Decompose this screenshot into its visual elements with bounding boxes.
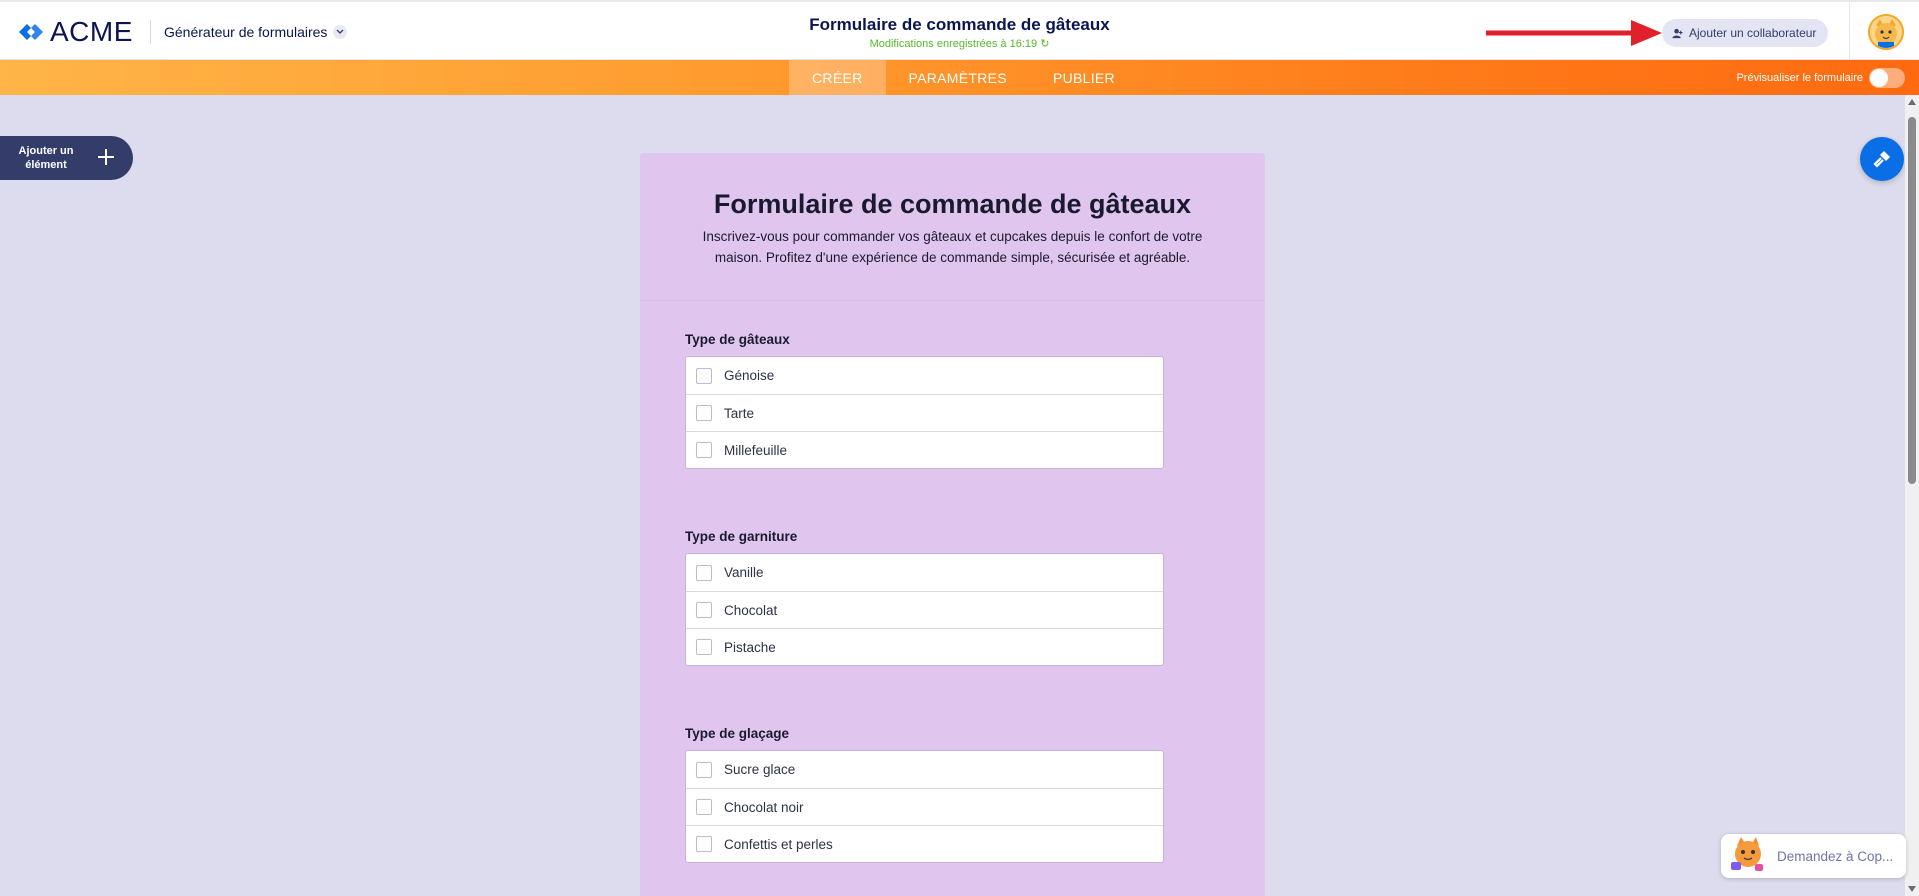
acme-logo-mark-icon <box>19 24 43 40</box>
checkbox-option[interactable]: Millefeuille <box>686 431 1163 468</box>
preview-form-control: Prévisualiser le formulaire <box>1736 60 1905 95</box>
option-label: Confettis et perles <box>724 836 833 852</box>
copilot-cat-icon <box>1731 837 1763 871</box>
question-filling-type[interactable]: Type de garniture Vanille Chocolat Pista… <box>685 529 1164 666</box>
header-divider-right <box>1849 2 1850 62</box>
question-icing-type[interactable]: Type de glaçage Sucre glace Chocolat noi… <box>685 726 1164 863</box>
question-label: Type de garniture <box>685 529 798 544</box>
checkbox-option[interactable]: Sucre glace <box>686 751 1163 788</box>
preview-label: Prévisualiser le formulaire <box>1736 71 1863 84</box>
checkbox[interactable] <box>696 367 712 384</box>
checkbox-option[interactable]: Vanille <box>686 554 1163 591</box>
acme-logo[interactable]: ACME <box>16 16 133 48</box>
chevron-down-icon <box>333 25 348 39</box>
checkbox[interactable] <box>696 602 712 618</box>
option-label: Sucre glace <box>724 762 796 777</box>
form-description: Inscrivez-vous pour commander vos gâteau… <box>702 229 1203 265</box>
option-label: Génoise <box>724 368 775 383</box>
copilot-chat-button[interactable]: Demandez à Cop... <box>1721 834 1906 878</box>
plus-icon <box>98 149 114 165</box>
checkbox[interactable] <box>696 564 712 581</box>
tab-publish[interactable]: PUBLIER <box>1030 60 1138 95</box>
tab-create[interactable]: CRÉER <box>789 60 886 95</box>
option-label: Millefeuille <box>724 442 788 458</box>
checkbox-group: Sucre glace Chocolat noir Confettis et p… <box>685 750 1164 863</box>
checkbox-option[interactable]: Tarte <box>686 394 1163 431</box>
toggle-knob <box>1870 68 1888 87</box>
form-header[interactable]: Formulaire de commande de gâteaux Inscri… <box>640 153 1265 301</box>
add-element-button[interactable]: Ajouter un élément <box>0 136 133 180</box>
form-canvas: Formulaire de commande de gâteaux Inscri… <box>640 153 1265 896</box>
option-label: Chocolat noir <box>724 799 804 815</box>
app-switcher[interactable]: Générateur de formulaires <box>164 24 348 40</box>
paint-roller-icon <box>1873 151 1890 168</box>
checkbox-option[interactable]: Confettis et perles <box>686 825 1163 862</box>
refresh-icon: ↻ <box>1040 38 1050 50</box>
builder-tabs: CRÉER PARAMÈTRES PUBLIER <box>789 60 1138 95</box>
cat-avatar-icon <box>1870 16 1902 48</box>
copilot-label: Demandez à Cop... <box>1777 848 1894 864</box>
checkbox[interactable] <box>696 799 712 815</box>
add-collaborator-label: Ajouter un collaborateur <box>1689 26 1817 40</box>
checkbox[interactable] <box>696 442 712 458</box>
page-scrollbar[interactable] <box>1905 95 1919 896</box>
checkbox-option[interactable]: Génoise <box>686 357 1163 394</box>
add-element-label: Ajouter un élément <box>18 145 74 171</box>
option-label: Vanille <box>724 565 764 580</box>
checkbox-option[interactable]: Chocolat <box>686 591 1163 628</box>
question-label: Type de gâteaux <box>685 332 790 347</box>
top-header: ACME Générateur de formulaires Formulair… <box>0 0 1919 62</box>
checkbox[interactable] <box>696 639 712 655</box>
scroll-thumb[interactable] <box>1908 117 1916 484</box>
scroll-up-arrow-icon[interactable] <box>1908 99 1916 105</box>
user-avatar[interactable] <box>1868 14 1904 50</box>
checkbox-option[interactable]: Chocolat noir <box>686 788 1163 825</box>
tab-settings[interactable]: PARAMÈTRES <box>886 60 1030 95</box>
checkbox[interactable] <box>696 836 712 852</box>
checkbox[interactable] <box>696 761 712 778</box>
builder-navbar: CRÉER PARAMÈTRES PUBLIER Prévisualiser l… <box>0 60 1919 95</box>
option-label: Chocolat <box>724 602 778 618</box>
question-cake-type[interactable]: Type de gâteaux Génoise Tarte Millefeuil… <box>685 332 1164 469</box>
header-divider <box>150 20 151 44</box>
user-plus-icon <box>1672 28 1683 38</box>
checkbox-group: Génoise Tarte Millefeuille <box>685 356 1164 469</box>
logo-text: ACME <box>50 16 133 47</box>
checkbox[interactable] <box>696 405 712 421</box>
option-label: Pistache <box>724 639 776 655</box>
checkbox-option[interactable]: Pistache <box>686 628 1163 665</box>
option-label: Tarte <box>724 405 755 421</box>
preview-toggle[interactable] <box>1869 67 1905 88</box>
add-collaborator-button[interactable]: Ajouter un collaborateur <box>1662 19 1829 47</box>
scroll-down-arrow-icon[interactable] <box>1908 886 1916 892</box>
form-designer-button[interactable] <box>1860 137 1904 181</box>
checkbox-group: Vanille Chocolat Pistache <box>685 553 1164 666</box>
form-heading: Formulaire de commande de gâteaux <box>713 189 1192 219</box>
app-name: Générateur de formulaires <box>164 24 328 40</box>
question-label: Type de glaçage <box>685 726 790 741</box>
red-arrow-annotation-icon <box>1486 20 1662 46</box>
